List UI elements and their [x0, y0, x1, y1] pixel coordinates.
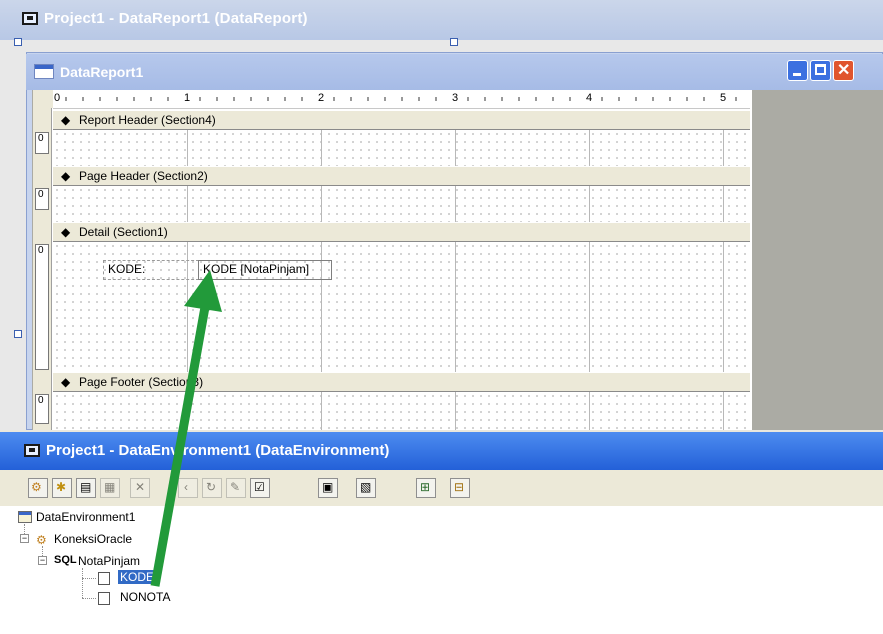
drag-arrow-shaft: [150, 295, 212, 587]
drag-arrow-head-icon: [184, 270, 222, 312]
drag-arrow-overlay: [150, 270, 222, 587]
